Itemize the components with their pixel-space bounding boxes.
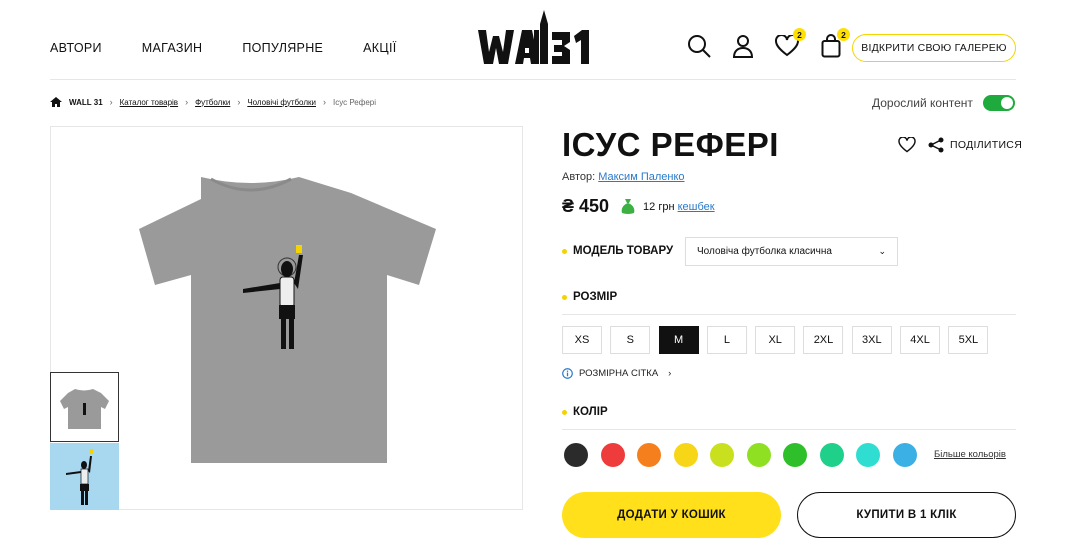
size-option-3xl[interactable]: 3XL xyxy=(851,326,892,354)
size-option-s[interactable]: S xyxy=(610,326,651,354)
cart-count-badge: 2 xyxy=(837,28,850,41)
share-row: ПОДІЛИТИСЯ xyxy=(898,137,1022,153)
product-thumbnail-2[interactable] xyxy=(50,443,119,510)
share-button[interactable]: ПОДІЛИТИСЯ xyxy=(950,139,1022,151)
model-label: МОДЕЛЬ ТОВАРУ xyxy=(573,245,674,257)
chevron-right-icon: › xyxy=(668,368,672,379)
color-swatch-orange[interactable] xyxy=(637,443,661,467)
adult-content-label: Дорослий контент xyxy=(872,96,973,110)
size-option-m[interactable]: M xyxy=(658,326,699,354)
header: АВТОРИ МАГАЗИН ПОПУЛЯРНЕ АКЦІЇ 2 2 ВІДКР… xyxy=(50,0,1016,80)
adult-content-toggle-row: Дорослий контент xyxy=(872,95,1015,111)
more-colors-link[interactable]: Більше кольорів xyxy=(934,449,1006,460)
product-price: ₴ 450 xyxy=(562,196,610,216)
color-label: КОЛІР xyxy=(573,406,608,418)
color-swatches xyxy=(564,443,917,467)
color-swatch-red[interactable] xyxy=(600,443,625,467)
product-thumbnail-1[interactable] xyxy=(50,372,119,442)
search-icon[interactable] xyxy=(686,32,712,60)
size-chart-link[interactable]: РОЗМІРНА СІТКА › xyxy=(562,368,671,379)
model-section-label: МОДЕЛЬ ТОВАРУ xyxy=(562,245,673,257)
author-prefix: Автор: xyxy=(562,171,596,183)
money-bag-icon xyxy=(621,199,635,214)
size-option-4xl[interactable]: 4XL xyxy=(900,326,941,354)
color-swatch-green[interactable] xyxy=(783,443,807,467)
color-swatch-turquoise[interactable] xyxy=(856,443,880,467)
size-option-xs[interactable]: XS xyxy=(562,326,602,354)
wishlist-button[interactable]: 2 xyxy=(774,28,806,60)
color-swatch-light-green[interactable] xyxy=(746,443,771,467)
product-main-image[interactable] xyxy=(50,126,523,510)
color-swatch-lime[interactable] xyxy=(710,443,734,467)
author-link[interactable]: Максим Паленко xyxy=(598,171,684,183)
color-swatch-sky-blue[interactable] xyxy=(892,443,917,467)
cashback-info: 12 грн кешбек xyxy=(643,201,715,213)
nav-authors[interactable]: АВТОРИ xyxy=(50,41,102,55)
size-section-label: РОЗМІР xyxy=(562,291,617,303)
cart-button[interactable]: 2 xyxy=(818,28,850,60)
size-chart-label: РОЗМІРНА СІТКА xyxy=(579,368,659,379)
chevron-right-icon: › xyxy=(109,97,113,107)
chevron-down-icon: ⌄ xyxy=(878,246,886,256)
chevron-right-icon: › xyxy=(322,97,326,107)
color-section-label: КОЛІР xyxy=(562,406,608,418)
add-to-cart-button[interactable]: ДОДАТИ У КОШИК xyxy=(562,492,781,538)
bullet-dot xyxy=(562,248,567,254)
size-label: РОЗМІР xyxy=(573,291,618,303)
color-swatch-yellow[interactable] xyxy=(673,443,698,467)
size-option-xl[interactable]: XL xyxy=(755,326,796,354)
heart-icon[interactable] xyxy=(898,137,916,153)
color-swatch-black[interactable] xyxy=(564,443,588,467)
buy-one-click-button[interactable]: КУПИТИ В 1 КЛІК xyxy=(797,492,1016,538)
adult-content-toggle[interactable] xyxy=(982,95,1015,111)
product-title: ІСУС РЕФЕРІ xyxy=(562,126,779,163)
divider xyxy=(562,314,1016,315)
user-icon[interactable] xyxy=(730,32,756,60)
nav-shop[interactable]: МАГАЗИН xyxy=(142,41,203,55)
cashback-link[interactable]: кешбек xyxy=(678,201,715,213)
color-swatch-mint[interactable] xyxy=(819,443,844,467)
site-logo[interactable] xyxy=(478,8,594,66)
model-select-value: Чоловіча футболка класична xyxy=(697,246,832,257)
main-nav: АВТОРИ МАГАЗИН ПОПУЛЯРНЕ АКЦІЇ xyxy=(50,41,396,55)
chevron-right-icon: › xyxy=(185,97,189,107)
breadcrumb-current: Ісус Рефері xyxy=(332,97,377,107)
bullet-dot xyxy=(562,294,567,300)
breadcrumb: WALL 31 › Каталог товарів › Футболки › Ч… xyxy=(50,97,376,107)
breadcrumb-tshirts[interactable]: Футболки xyxy=(195,98,230,107)
cashback-amount: 12 грн xyxy=(643,200,675,213)
bullet-dot xyxy=(562,409,567,415)
breadcrumb-catalog[interactable]: Каталог товарів xyxy=(120,98,178,107)
price-row: ₴ 450 12 грн кешбек xyxy=(562,196,715,217)
open-gallery-button[interactable]: ВІДКРИТИ СВОЮ ГАЛЕРЕЮ xyxy=(852,34,1016,62)
size-option-2xl[interactable]: 2XL xyxy=(803,326,844,354)
divider xyxy=(562,429,1016,430)
header-icons: 2 2 xyxy=(686,28,850,60)
home-icon[interactable] xyxy=(50,97,62,107)
chevron-right-icon: › xyxy=(237,97,241,107)
nav-popular[interactable]: ПОПУЛЯРНЕ xyxy=(242,41,323,55)
author-line: Автор: Максим Паленко xyxy=(562,171,685,183)
breadcrumb-mens-tshirts[interactable]: Чоловічі футболки xyxy=(247,98,316,107)
info-icon xyxy=(562,368,573,379)
breadcrumb-home[interactable]: WALL 31 xyxy=(69,98,103,107)
size-options: XS S M L XL 2XL 3XL 4XL 5XL xyxy=(562,326,989,354)
wishlist-count-badge: 2 xyxy=(793,28,806,41)
share-icon[interactable] xyxy=(928,137,944,153)
model-select[interactable]: Чоловіча футболка класична ⌄ xyxy=(685,237,898,266)
nav-promotions[interactable]: АКЦІЇ xyxy=(363,41,396,55)
size-option-5xl[interactable]: 5XL xyxy=(948,326,989,354)
size-option-l[interactable]: L xyxy=(706,326,747,354)
